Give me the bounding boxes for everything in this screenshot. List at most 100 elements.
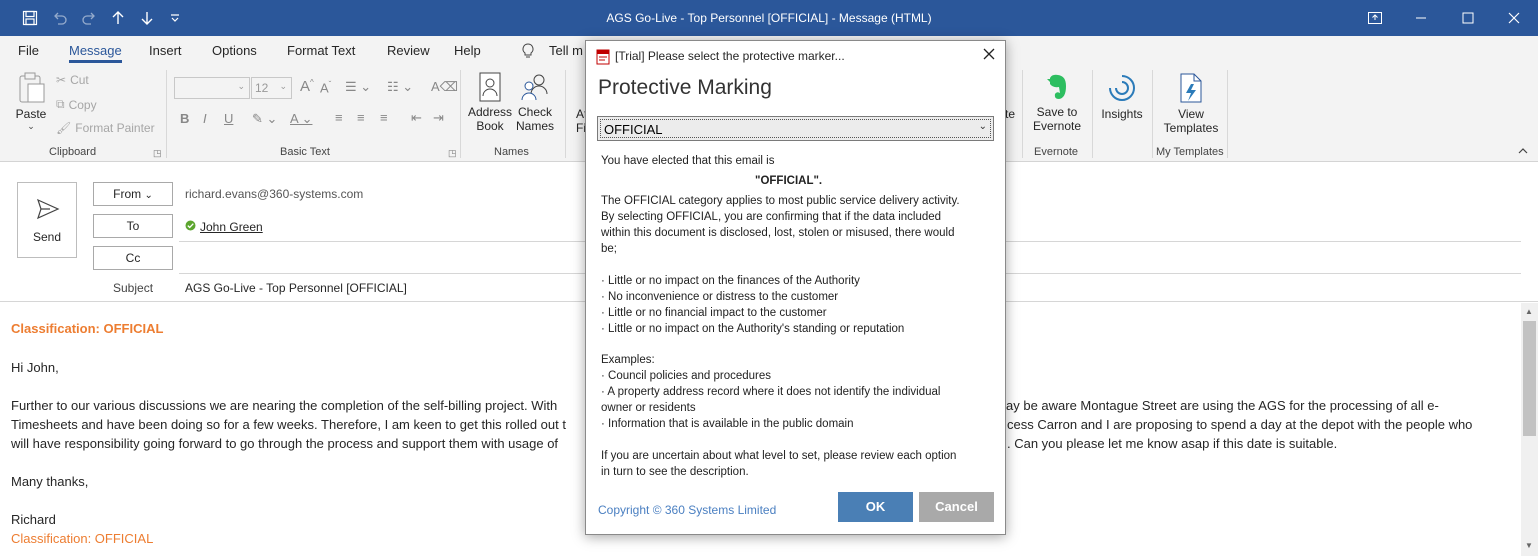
classification-footer: Classification: OFFICIAL xyxy=(11,531,154,546)
scrollbar-thumb[interactable] xyxy=(1523,321,1536,436)
clear-formatting-icon[interactable]: A⌫ xyxy=(431,79,458,95)
tab-help[interactable]: Help xyxy=(454,43,481,58)
font-size-value: 12 xyxy=(255,81,269,95)
tab-message[interactable]: Message xyxy=(69,43,122,63)
save-to-evernote-label-2: Evernote xyxy=(1032,119,1082,133)
window-title: AGS Go-Live - Top Personnel [OFFICIAL] -… xyxy=(606,11,932,25)
format-painter-button[interactable]: 🖌 Format Painter xyxy=(56,121,155,135)
description-line: By selecting OFFICIAL, you are confirmin… xyxy=(601,211,942,223)
to-recipient[interactable]: John Green xyxy=(200,220,263,234)
font-name-dropdown[interactable]: ⌄ xyxy=(174,77,250,99)
font-color-icon[interactable]: A ⌄ xyxy=(290,111,312,127)
greeting: Hi John, xyxy=(11,360,59,375)
tab-format-text[interactable]: Format Text xyxy=(287,43,355,58)
body-line: Timesheets and have been doing so for a … xyxy=(11,417,566,432)
basic-text-group-label: Basic Text xyxy=(280,146,330,158)
example-item: · A property address record where it doe… xyxy=(601,386,941,398)
impact-item: · Little or no impact on the Authority's… xyxy=(601,323,905,335)
insights-button[interactable]: Insights xyxy=(1099,72,1145,121)
evernote-group-label: Evernote xyxy=(1034,146,1079,158)
minimize-icon[interactable] xyxy=(1398,0,1444,36)
decrease-indent-icon[interactable]: ⇤ xyxy=(411,110,422,126)
partial-ribbon-button-right[interactable]: te xyxy=(1005,107,1015,121)
cc-button[interactable]: Cc xyxy=(93,246,173,270)
dialog-launcher-icon[interactable]: ◳ xyxy=(153,148,162,159)
example-item: · Information that is available in the p… xyxy=(601,418,854,430)
clipboard-group-label: Clipboard xyxy=(49,146,97,158)
classification-header: Classification: OFFICIAL xyxy=(11,321,164,336)
closing: Many thanks, xyxy=(11,474,89,489)
subject-input[interactable]: AGS Go-Live - Top Personnel [OFFICIAL] xyxy=(185,281,407,295)
paste-button[interactable]: Paste ⌄ xyxy=(14,72,48,132)
dialog-launcher-icon[interactable]: ◳ xyxy=(448,148,457,159)
increase-indent-icon[interactable]: ⇥ xyxy=(433,110,444,126)
separator xyxy=(1092,70,1093,158)
send-icon xyxy=(36,198,60,220)
underline-icon[interactable]: U xyxy=(224,111,233,126)
check-names-icon xyxy=(521,74,548,101)
separator xyxy=(166,70,167,158)
bold-icon[interactable]: B xyxy=(180,111,189,126)
tab-review[interactable]: Review xyxy=(387,43,430,58)
evernote-icon xyxy=(1047,74,1066,99)
view-templates-label-1: View xyxy=(1178,107,1204,121)
numbering-icon[interactable]: ☷ ⌄ xyxy=(387,79,413,95)
address-book-button[interactable]: Address Book xyxy=(467,72,513,133)
paste-icon xyxy=(19,72,45,103)
cancel-button[interactable]: Cancel xyxy=(919,492,994,522)
cut-button[interactable]: ✂ Cut xyxy=(56,73,89,87)
restore-ribbon-icon[interactable] xyxy=(1352,0,1398,36)
close-icon[interactable] xyxy=(1491,0,1537,36)
collapse-ribbon-icon[interactable] xyxy=(1517,146,1529,159)
separator xyxy=(1152,70,1153,158)
scroll-down-icon[interactable]: ▼ xyxy=(1525,541,1533,550)
examples-heading: Examples: xyxy=(601,354,655,366)
marker-select[interactable]: OFFICIAL ⌄ xyxy=(597,116,994,141)
separator xyxy=(460,70,461,158)
dialog-heading: Protective Marking xyxy=(598,76,772,99)
example-item: owner or residents xyxy=(601,402,696,414)
vertical-scrollbar[interactable]: ▲ ▼ xyxy=(1521,303,1538,556)
italic-icon[interactable]: I xyxy=(203,111,207,126)
tab-file[interactable]: File xyxy=(18,43,39,58)
scissors-icon: ✂ xyxy=(56,73,67,87)
tab-insert[interactable]: Insert xyxy=(149,43,182,58)
copyright-link[interactable]: Copyright © 360 Systems Limited xyxy=(598,503,776,517)
bullets-icon[interactable]: ☰ ⌄ xyxy=(345,79,371,95)
check-names-label-2: Names xyxy=(515,119,554,133)
highlight-icon[interactable]: ✎ ⌄ xyxy=(252,111,277,127)
chevron-down-icon: ⌄ xyxy=(27,121,35,131)
protective-marking-dialog: [Trial] Please select the protective mar… xyxy=(585,40,1006,535)
to-button[interactable]: To xyxy=(93,214,173,238)
shrink-font-icon[interactable]: Aˇ xyxy=(320,80,331,95)
elected-text: You have elected that this email is xyxy=(601,155,775,167)
body-line: ay be aware Montague Street are using th… xyxy=(1006,398,1439,413)
tell-me-box[interactable]: Tell m xyxy=(549,43,583,58)
body-line: cess Carron and I are proposing to spend… xyxy=(1007,417,1473,432)
separator xyxy=(1022,70,1023,158)
paste-label: Paste xyxy=(15,107,47,121)
align-left-icon[interactable]: ≡ xyxy=(335,110,343,125)
description-line: within this document is disclosed, lost,… xyxy=(601,227,955,239)
title-bar: AGS Go-Live - Top Personnel [OFFICIAL] -… xyxy=(0,0,1538,36)
check-names-button[interactable]: Check Names xyxy=(514,72,556,133)
from-button[interactable]: From ⌄ xyxy=(93,182,173,206)
impact-item: · Little or no financial impact to the c… xyxy=(601,307,827,319)
maximize-icon[interactable] xyxy=(1445,0,1491,36)
save-to-evernote-button[interactable]: Save to Evernote xyxy=(1030,72,1084,133)
grow-font-icon[interactable]: A^ xyxy=(300,78,314,95)
impact-item: · Little or no impact on the finances of… xyxy=(601,275,860,287)
names-group-label: Names xyxy=(494,146,529,158)
scroll-up-icon[interactable]: ▲ xyxy=(1525,307,1533,316)
send-button[interactable]: Send xyxy=(17,182,77,258)
copy-icon: ⧉ xyxy=(56,97,65,111)
view-templates-button[interactable]: View Templates xyxy=(1160,72,1222,135)
guidance-text: If you are uncertain about what level to… xyxy=(601,450,957,462)
align-center-icon[interactable]: ≡ xyxy=(357,110,365,125)
copy-button[interactable]: ⧉ Copy xyxy=(56,97,97,112)
ok-button[interactable]: OK xyxy=(838,492,913,522)
tab-options[interactable]: Options xyxy=(212,43,257,58)
font-size-dropdown[interactable]: 12 ⌄ xyxy=(251,77,292,99)
dialog-close-icon[interactable] xyxy=(982,47,996,64)
align-right-icon[interactable]: ≡ xyxy=(380,110,388,125)
